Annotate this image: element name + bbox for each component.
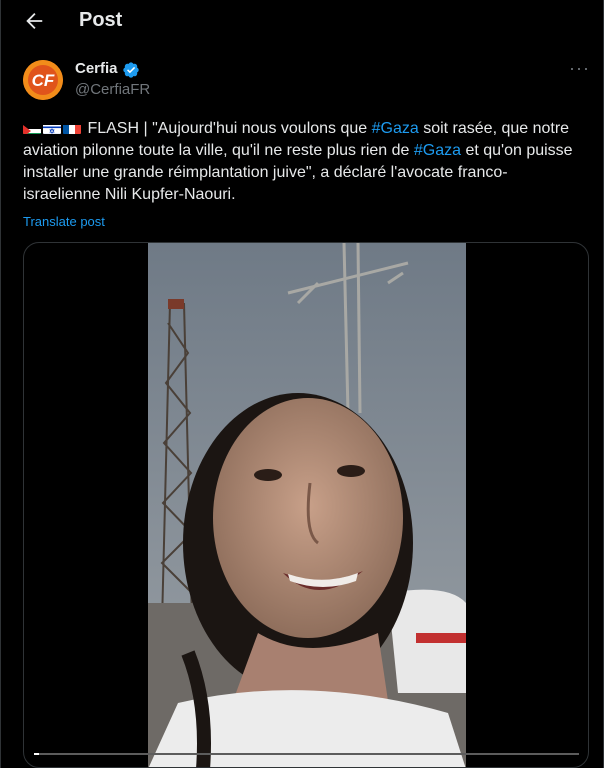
more-options-icon[interactable]: ···: [569, 58, 589, 78]
avatar-logo-text: CF: [32, 71, 55, 90]
video-progress-bar[interactable]: [34, 753, 579, 755]
post-column: Post CF Cerfia @CerfiaFR ··· FLASH | "Au…: [0, 0, 604, 768]
france-flag-icon: [63, 122, 81, 134]
post-text-segment: FLASH | "Aujourd'hui nous voulons que: [87, 120, 372, 137]
verified-badge-icon: [122, 61, 140, 79]
page-title: Post: [79, 9, 123, 31]
video-progress-fill: [34, 753, 40, 755]
hashtag-link[interactable]: #Gaza: [372, 120, 419, 137]
back-arrow-icon[interactable]: [23, 10, 45, 32]
top-bar: Post: [1, 0, 604, 44]
author-handle[interactable]: @CerfiaFR: [75, 81, 150, 98]
palestine-flag-icon: [23, 122, 41, 134]
translate-post-link[interactable]: Translate post: [23, 214, 105, 229]
post-text: FLASH | "Aujourd'hui nous voulons que #G…: [23, 118, 579, 206]
avatar[interactable]: CF: [23, 60, 63, 100]
video-frame[interactable]: [148, 243, 466, 767]
israel-flag-icon: [43, 122, 61, 134]
hashtag-link[interactable]: #Gaza: [414, 142, 461, 159]
author-name[interactable]: Cerfia: [75, 60, 118, 77]
video-player[interactable]: [23, 242, 589, 768]
